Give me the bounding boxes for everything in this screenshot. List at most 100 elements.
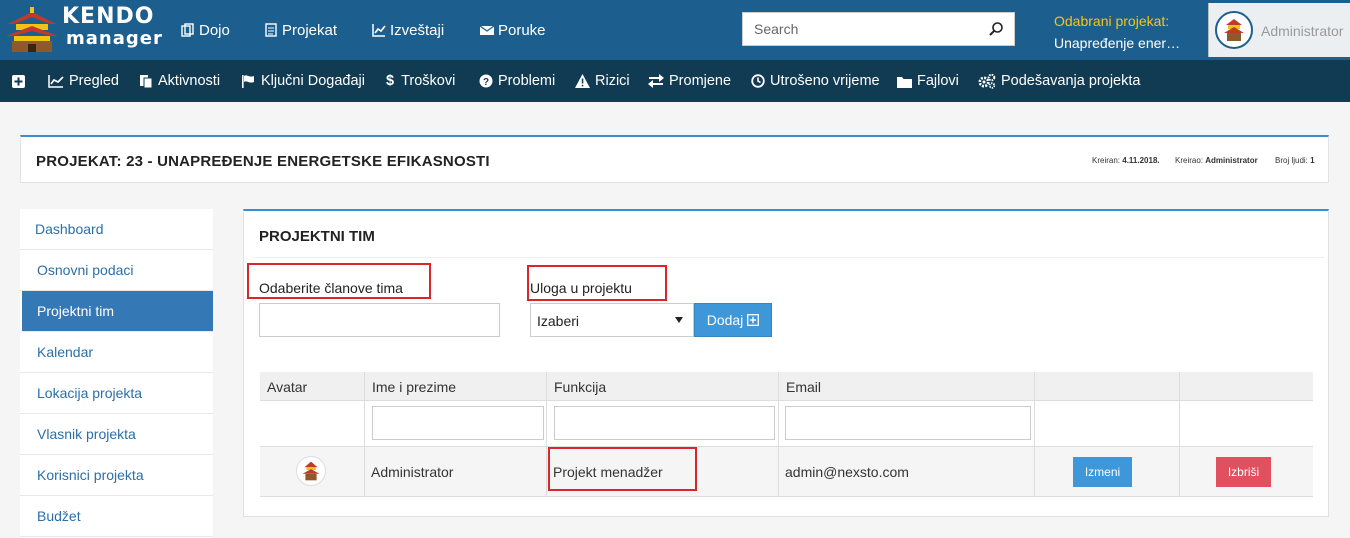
sidebar-item-lokacija-projekta[interactable]: Lokacija projekta xyxy=(20,373,213,414)
delete-button[interactable]: Izbriši xyxy=(1216,457,1271,487)
divider xyxy=(364,372,365,497)
nav-projekat[interactable]: Projekat xyxy=(264,0,337,60)
copy-icon xyxy=(181,23,194,37)
top-bar: KENDO manager Dojo Projekat Izveštaji Po… xyxy=(0,0,1350,60)
avatar xyxy=(296,456,326,486)
line-chart-icon xyxy=(372,24,386,37)
col-ime-i-prezime[interactable]: Ime i prezime xyxy=(364,372,546,401)
brand-line-2: manager xyxy=(66,28,163,49)
flag-icon xyxy=(242,75,254,88)
sidebar-item-projektni-tim[interactable]: Projektni tim xyxy=(22,291,213,332)
divider xyxy=(1179,372,1180,497)
table-row: Administrator Projekt menadžer admin@nex… xyxy=(260,447,1313,497)
project-sidebar: Dashboard Osnovni podaci Projektni tim K… xyxy=(20,209,213,538)
sidebar-item-korisnici-projekta[interactable]: Korisnici projekta xyxy=(20,455,213,496)
sidebar-item-kalendar[interactable]: Kalendar xyxy=(20,332,213,373)
project-menu-bar: Pregled Aktivnosti Ključni Događaji $ Tr… xyxy=(0,60,1350,102)
add-member-button[interactable]: Dodaj xyxy=(694,303,772,337)
svg-text:?: ? xyxy=(483,77,489,88)
nav-poruke-label: Poruke xyxy=(498,21,546,39)
kendo-manager-logo[interactable]: KENDO manager xyxy=(4,4,162,54)
creator-label: Kreirao: xyxy=(1175,156,1204,165)
nav-dojo[interactable]: Dojo xyxy=(181,0,230,60)
subnav-troskovi[interactable]: $ Troškovi xyxy=(386,60,455,102)
subnav-podesavanja-label: Podešavanja projekta xyxy=(1001,73,1141,89)
subnav-promjene[interactable]: Promjene xyxy=(648,60,731,102)
project-selector-value: Unapređenje ener… xyxy=(1054,35,1181,51)
nav-dojo-label: Dojo xyxy=(199,21,230,39)
subnav-fajlovi-label: Fajlovi xyxy=(917,73,959,89)
search-input[interactable] xyxy=(743,13,973,45)
add-button-label: Dodaj xyxy=(706,312,744,328)
sidebar-item-dashboard[interactable]: Dashboard xyxy=(20,209,213,250)
sidebar-item-budzet[interactable]: Budžet xyxy=(20,496,213,537)
table-header: Avatar Ime i prezime Funkcija Email xyxy=(260,372,1313,401)
member-name: Administrator xyxy=(371,464,454,480)
filter-function-input[interactable] xyxy=(554,406,775,440)
nav-izvestaji-label: Izveštaji xyxy=(390,21,445,39)
creator-value: Administrator xyxy=(1205,156,1258,165)
pagoda-logo-icon xyxy=(6,7,58,52)
subnav-aktivnosti-label: Aktivnosti xyxy=(158,73,221,89)
team-panel: PROJEKTNI TIM Odaberite članove tima Ulo… xyxy=(243,209,1329,517)
search-box xyxy=(742,12,1015,46)
col-email[interactable]: Email xyxy=(778,372,1034,401)
filter-row xyxy=(260,401,1313,447)
subnav-rizici[interactable]: Rizici xyxy=(575,60,630,102)
clock-icon xyxy=(751,74,765,88)
highlight-box-role xyxy=(527,265,667,301)
nav-izvestaji[interactable]: Izveštaji xyxy=(372,0,444,60)
project-selector-label: Odabrani projekat: xyxy=(1054,13,1170,29)
subnav-utroseno-vrijeme[interactable]: Utrošeno vrijeme xyxy=(751,60,880,102)
col-edit xyxy=(1034,372,1179,401)
user-avatar-icon xyxy=(1224,19,1244,41)
user-menu[interactable]: Administrator xyxy=(1208,3,1350,57)
chevron-down-icon xyxy=(675,317,683,323)
created-date: Kreiran: 4.11.2018. xyxy=(1092,156,1160,165)
subnav-problemi-label: Problemi xyxy=(498,73,556,89)
edit-button[interactable]: Izmeni xyxy=(1073,457,1132,487)
divider xyxy=(254,257,1324,258)
people-label: Broj ljudi: xyxy=(1275,156,1308,165)
subnav-podesavanja[interactable]: Podešavanja projekta xyxy=(978,60,1140,102)
plus-square-icon xyxy=(12,74,25,88)
folder-icon xyxy=(897,76,912,88)
warning-icon xyxy=(575,74,590,88)
divider xyxy=(546,372,547,497)
subnav-pregled[interactable]: Pregled xyxy=(48,60,119,102)
project-selector[interactable]: Odabrani projekat: Unapređenje ener… xyxy=(1040,12,1200,53)
search-icon[interactable] xyxy=(988,21,1004,37)
nav-poruke[interactable]: Poruke xyxy=(480,0,546,60)
line-chart-icon xyxy=(48,75,64,88)
sidebar-item-osnovni-podaci[interactable]: Osnovni podaci xyxy=(20,250,213,291)
col-funkcija[interactable]: Funkcija xyxy=(546,372,778,401)
role-select[interactable]: Izaberi xyxy=(530,303,694,337)
members-input[interactable] xyxy=(259,303,500,337)
filter-email-input[interactable] xyxy=(785,406,1031,440)
cogs-icon xyxy=(978,73,996,89)
col-avatar: Avatar xyxy=(267,378,308,395)
filter-name-input[interactable] xyxy=(372,406,544,440)
subnav-problemi[interactable]: ? Problemi xyxy=(479,60,555,102)
subnav-add[interactable] xyxy=(12,60,30,102)
files-icon xyxy=(140,74,153,88)
member-email: admin@nexsto.com xyxy=(785,464,909,480)
user-avatar-icon xyxy=(302,461,320,481)
panel-title: PROJEKTNI TIM xyxy=(259,228,375,245)
subnav-aktivnosti[interactable]: Aktivnosti xyxy=(139,60,220,102)
sidebar-item-vlasnik-projekta[interactable]: Vlasnik projekta xyxy=(20,414,213,455)
created-by: Kreirao: Administrator xyxy=(1175,156,1258,165)
dollar-icon: $ xyxy=(386,73,395,89)
subnav-troskovi-label: Troškovi xyxy=(401,73,456,89)
user-name: Administrator xyxy=(1261,23,1344,39)
highlight-box-function xyxy=(548,447,697,491)
subnav-utroseno-vrijeme-label: Utrošeno vrijeme xyxy=(770,73,880,89)
envelope-icon xyxy=(480,25,494,35)
role-select-value: Izaberi xyxy=(537,313,580,329)
exchange-icon xyxy=(648,74,664,88)
subnav-fajlovi[interactable]: Fajlovi xyxy=(897,60,959,102)
document-icon xyxy=(265,23,277,37)
people-value: 1 xyxy=(1310,156,1315,165)
subnav-kljucni-dogadjaji-label: Ključni Događaji xyxy=(261,73,365,89)
subnav-kljucni-dogadjaji[interactable]: Ključni Događaji xyxy=(241,60,365,102)
